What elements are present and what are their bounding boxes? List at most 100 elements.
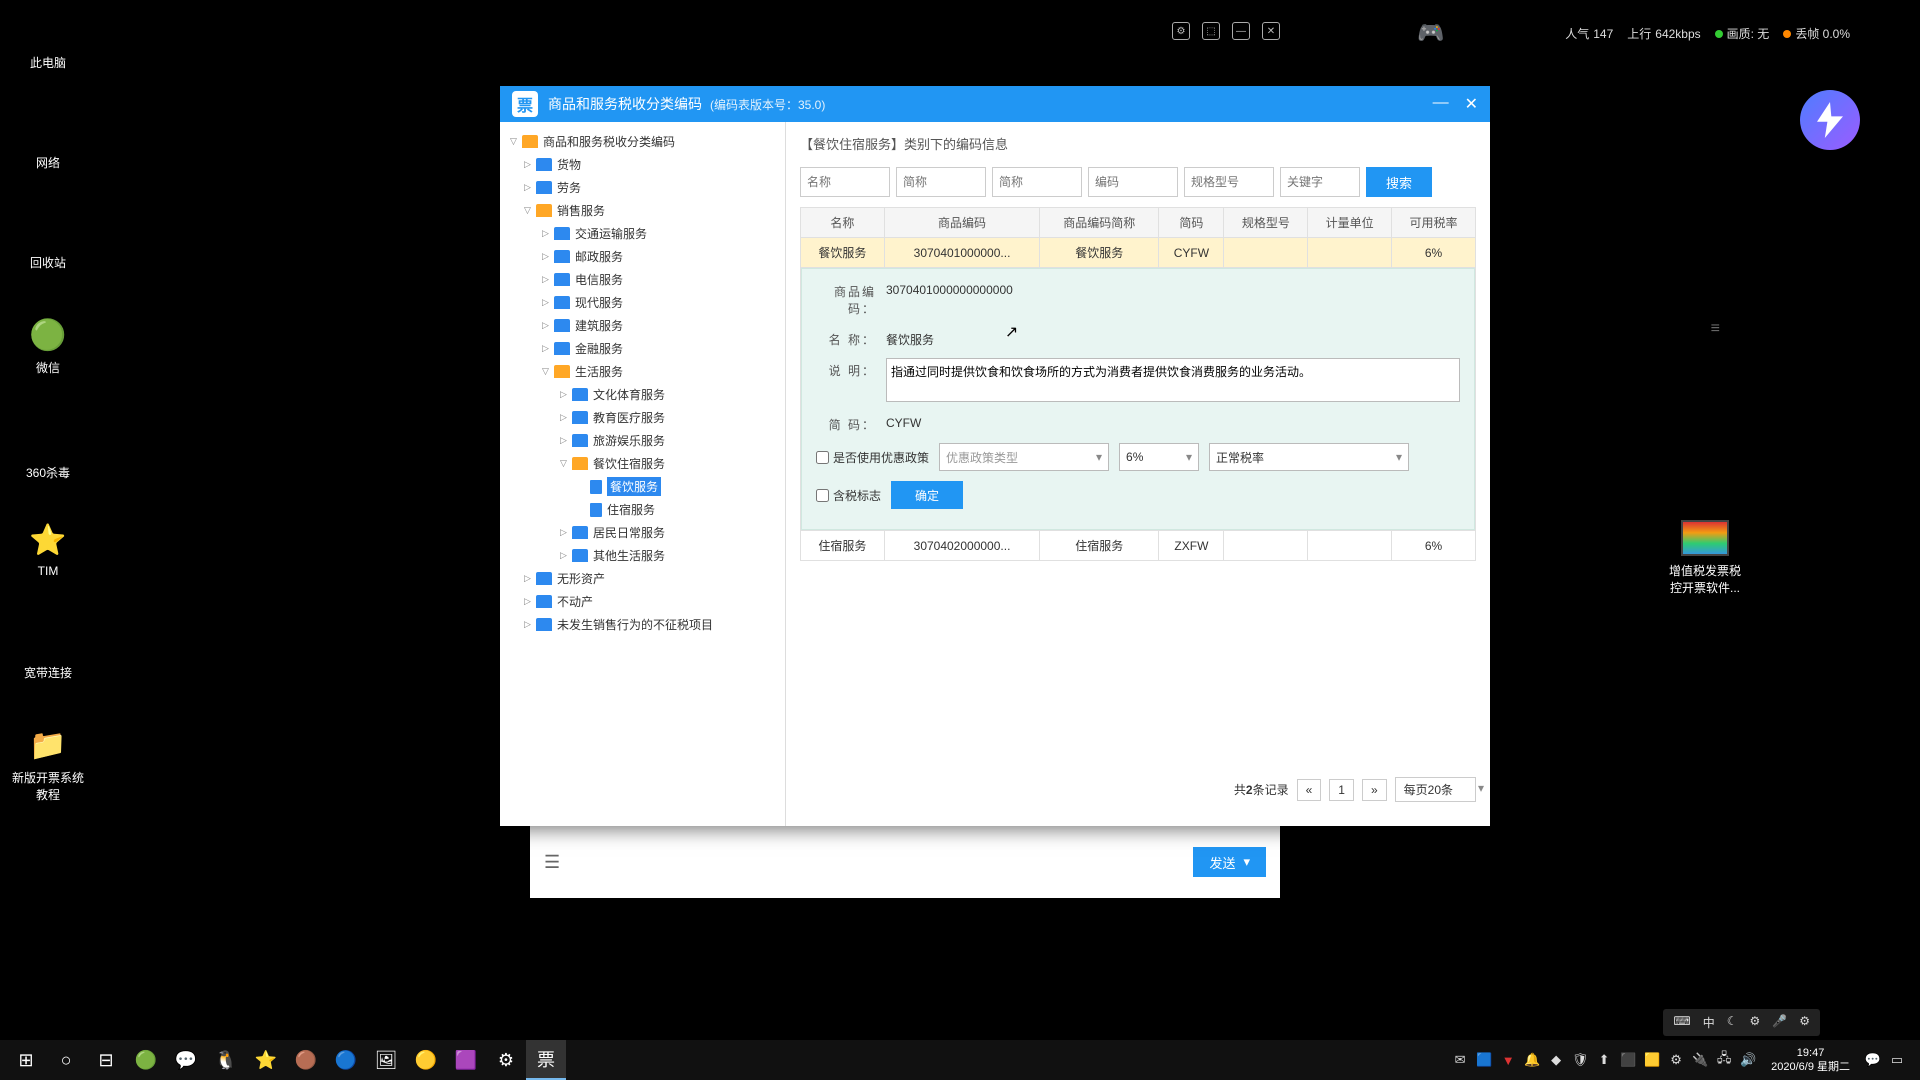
tray-network-icon[interactable]: 🖧 (1715, 1051, 1733, 1069)
table-header[interactable]: 简码 (1159, 208, 1224, 238)
tree-toggle-icon[interactable]: ▷ (524, 159, 534, 170)
desktop-recycle[interactable]: 🗑回收站 (10, 210, 86, 271)
tax-rate-select[interactable]: 6% (1119, 443, 1199, 471)
desktop-360[interactable]: 🛡360杀毒 (10, 420, 86, 481)
tree-node-5[interactable]: ▷邮政服务 (506, 245, 779, 268)
tree-toggle-icon[interactable]: ▷ (524, 619, 534, 630)
pager-page-size-select[interactable]: 每页20条 (1395, 777, 1476, 802)
taskbar-app-wechat[interactable]: 💬 (166, 1040, 206, 1080)
confirm-button[interactable]: 确定 (891, 481, 963, 509)
tray-mail-icon[interactable]: ✉ (1451, 1051, 1469, 1069)
close-icon[interactable]: ✕ (1262, 22, 1280, 40)
tray-icon-8[interactable]: 🟨 (1643, 1051, 1661, 1069)
tree-toggle-icon[interactable]: ▷ (542, 343, 552, 354)
pager-page-number[interactable]: 1 (1329, 779, 1354, 801)
tree-node-9[interactable]: ▷金融服务 (506, 337, 779, 360)
tree-toggle-icon[interactable]: ▽ (560, 458, 570, 469)
pager-prev-button[interactable]: « (1297, 779, 1322, 801)
table-row[interactable]: 餐饮服务3070401000000...餐饮服务CYFW6% (801, 238, 1476, 268)
modal-minimize-icon[interactable]: — (1433, 94, 1449, 114)
desktop-network[interactable]: 🖧网络 (10, 110, 86, 171)
lang-bar-item-5[interactable]: ⚙ (1795, 1012, 1814, 1033)
tree-node-6[interactable]: ▷电信服务 (506, 268, 779, 291)
tray-action-center-icon[interactable]: ▭ (1888, 1051, 1906, 1069)
language-bar[interactable]: ⌨中☾⚙🎤⚙ (1663, 1009, 1820, 1036)
taskbar-clock[interactable]: 19:47 2020/6/9 星期二 (1763, 1046, 1858, 1075)
modal-close-icon[interactable]: ✕ (1465, 94, 1478, 114)
table-row[interactable]: 住宿服务3070402000000...住宿服务ZXFW6% (801, 531, 1476, 561)
pager-next-button[interactable]: » (1362, 779, 1387, 801)
start-button[interactable]: ⊞ (6, 1040, 46, 1080)
search-spec-input[interactable] (1184, 167, 1274, 197)
table-header[interactable]: 可用税率 (1392, 208, 1476, 238)
taskbar-app-tim[interactable]: ⭐ (246, 1040, 286, 1080)
tray-notification-icon[interactable]: 💬 (1864, 1051, 1882, 1069)
tray-icon-9[interactable]: ⚙ (1667, 1051, 1685, 1069)
tray-icon-1[interactable]: 🟦 (1475, 1051, 1493, 1069)
tree-node-13[interactable]: ▷旅游娱乐服务 (506, 429, 779, 452)
lang-bar-item-0[interactable]: ⌨ (1669, 1012, 1694, 1033)
tax-flag-checkbox[interactable] (816, 489, 829, 502)
category-tree[interactable]: ▽商品和服务税收分类编码▷货物▷劳务▽销售服务▷交通运输服务▷邮政服务▷电信服务… (500, 122, 786, 826)
taskbar-app-kugou[interactable]: 🔵 (326, 1040, 366, 1080)
task-view-button[interactable]: ⊟ (86, 1040, 126, 1080)
tray-icon-4[interactable]: ◆ (1547, 1051, 1565, 1069)
table-header[interactable]: 规格型号 (1224, 208, 1308, 238)
hamburger-icon[interactable]: ☰ (544, 852, 560, 873)
tree-toggle-icon[interactable]: ▽ (510, 136, 520, 147)
detail-desc-textarea[interactable]: 指通过同时提供饮食和饮食场所的方式为消费者提供饮食消费服务的业务活动。 (886, 358, 1460, 402)
desktop-wechat[interactable]: 🟢微信 (10, 315, 86, 376)
tray-icon-3[interactable]: 🔔 (1523, 1051, 1541, 1069)
tree-toggle-icon[interactable]: ▷ (560, 550, 570, 561)
send-button[interactable]: 发送▾ (1193, 847, 1266, 877)
tree-node-12[interactable]: ▷教育医疗服务 (506, 406, 779, 429)
tree-node-19[interactable]: ▷无形资产 (506, 567, 779, 590)
tray-icon-2[interactable]: ▼ (1499, 1051, 1517, 1069)
search-keyword-input[interactable] (1280, 167, 1360, 197)
tree-node-0[interactable]: ▽商品和服务税收分类编码 (506, 130, 779, 153)
tree-node-16[interactable]: 住宿服务 (506, 498, 779, 521)
taskbar-app-7[interactable]: 🖼 (366, 1040, 406, 1080)
desktop-my-computer[interactable]: 🖥此电脑 (10, 10, 86, 71)
tree-node-2[interactable]: ▷劳务 (506, 176, 779, 199)
table-header[interactable]: 名称 (801, 208, 885, 238)
taskbar-app-qq[interactable]: 🐧 (206, 1040, 246, 1080)
taskbar-app-invoice[interactable]: 票 (526, 1040, 566, 1080)
minimize-icon[interactable]: — (1232, 22, 1250, 40)
tree-toggle-icon[interactable]: ▷ (560, 412, 570, 423)
tree-toggle-icon[interactable]: ▷ (524, 182, 534, 193)
desktop-tutorial[interactable]: 📁新版开票系统 教程 (10, 725, 86, 803)
tree-node-15[interactable]: 餐饮服务 (506, 475, 779, 498)
tree-toggle-icon[interactable]: ▽ (542, 366, 552, 377)
tree-node-7[interactable]: ▷现代服务 (506, 291, 779, 314)
lang-bar-item-4[interactable]: 🎤 (1768, 1012, 1791, 1033)
tree-node-1[interactable]: ▷货物 (506, 153, 779, 176)
rate-type-select[interactable]: 正常税率 (1209, 443, 1409, 471)
tree-node-3[interactable]: ▽销售服务 (506, 199, 779, 222)
tree-node-8[interactable]: ▷建筑服务 (506, 314, 779, 337)
tree-toggle-icon[interactable]: ▷ (560, 435, 570, 446)
tree-toggle-icon[interactable]: ▷ (560, 389, 570, 400)
collapse-indicator-icon[interactable]: ≡ (1711, 320, 1720, 338)
lang-bar-item-1[interactable]: 中 (1699, 1012, 1719, 1033)
desktop-broadband[interactable]: 🖥宽带连接 (10, 620, 86, 681)
use-policy-checkbox[interactable] (816, 451, 829, 464)
cortana-button[interactable]: ○ (46, 1040, 86, 1080)
search-code-input[interactable] (1088, 167, 1178, 197)
tree-node-11[interactable]: ▷文化体育服务 (506, 383, 779, 406)
tray-volume-icon[interactable]: 🔊 (1739, 1051, 1757, 1069)
desktop-invoice-software[interactable]: 增值税发票税 控开票软件... (1660, 520, 1750, 596)
search-name-input[interactable] (800, 167, 890, 197)
tree-toggle-icon[interactable]: ▷ (542, 228, 552, 239)
tree-toggle-icon[interactable]: ▷ (542, 274, 552, 285)
taskbar-app-360[interactable]: 🟡 (406, 1040, 446, 1080)
settings-icon[interactable]: ⚙ (1172, 22, 1190, 40)
tray-icon-10[interactable]: 🔌 (1691, 1051, 1709, 1069)
tree-toggle-icon[interactable]: ▷ (524, 596, 534, 607)
policy-type-select[interactable]: 优惠政策类型 (939, 443, 1109, 471)
tree-node-4[interactable]: ▷交通运输服务 (506, 222, 779, 245)
taskbar-app-5[interactable]: 🟤 (286, 1040, 326, 1080)
tray-icon-7[interactable]: ⬛ (1619, 1051, 1637, 1069)
tree-node-21[interactable]: ▷未发生销售行为的不征税项目 (506, 613, 779, 636)
lang-bar-item-2[interactable]: ☾ (1723, 1012, 1742, 1033)
